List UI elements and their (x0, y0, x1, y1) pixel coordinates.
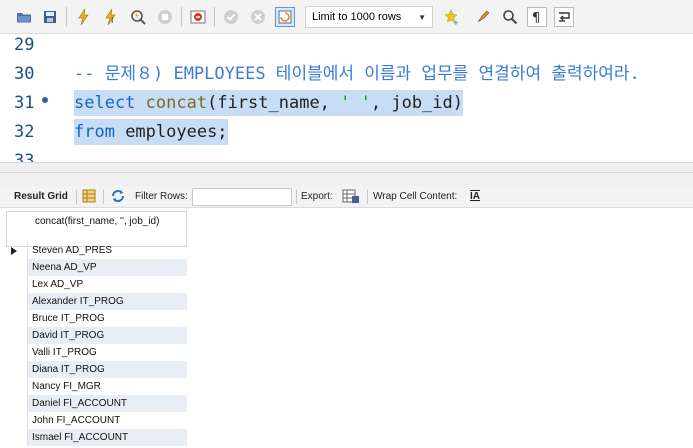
table-row[interactable]: Alexander IT_PROG (28, 293, 187, 310)
svg-text:I: I (111, 16, 113, 25)
commit-icon[interactable] (221, 7, 241, 27)
rollback-icon[interactable] (248, 7, 268, 27)
find-icon[interactable] (500, 7, 520, 27)
table-row[interactable]: John FI_ACCOUNT (28, 412, 187, 429)
toolbar-separator (76, 190, 77, 204)
row-selector[interactable] (6, 259, 28, 276)
grid-view-icon[interactable] (82, 189, 96, 208)
execute-icon[interactable] (74, 7, 94, 27)
table-row[interactable]: Ismael FI_ACCOUNT (28, 429, 187, 446)
stop-icon[interactable] (155, 7, 175, 27)
row-selector[interactable] (6, 412, 28, 429)
toolbar-separator (214, 7, 215, 27)
toolbar-separator (66, 7, 67, 27)
row-selector[interactable] (6, 327, 28, 344)
panel-splitter[interactable] (0, 172, 693, 186)
filter-rows-label: Filter Rows: (135, 191, 188, 202)
keyword-from: from (74, 122, 115, 142)
wrap-cell-icon[interactable]: IA (470, 190, 480, 204)
wrap-cell-content-label: Wrap Cell Content: (373, 191, 458, 202)
string-literal: ' ' (340, 93, 371, 113)
line-number: 31 (14, 93, 35, 113)
limit-rows-select[interactable]: Limit to 1000 rows ▼ (305, 6, 433, 28)
sql-editor[interactable]: 29 30 -- 문제８) EMPLOYEES 테이블에서 이름과 업무를 연결… (0, 34, 693, 162)
current-row-arrow-icon (11, 247, 17, 255)
row-selector[interactable] (6, 395, 28, 412)
row-selector[interactable] (6, 361, 28, 378)
table-row[interactable]: Bruce IT_PROG (28, 310, 187, 327)
export-icon[interactable] (342, 188, 360, 209)
open-folder-icon[interactable] (14, 7, 34, 27)
save-icon[interactable] (40, 7, 60, 27)
chevron-down-icon: ▼ (418, 13, 426, 22)
explain-icon[interactable] (128, 7, 148, 27)
current-line-marker (42, 97, 48, 103)
code-line-select: select concat(first_name, ' ', job_id) (74, 90, 463, 116)
table-row[interactable]: Daniel FI_ACCOUNT (28, 395, 187, 412)
table-row[interactable]: David IT_PROG (28, 327, 187, 344)
limit-rows-label: Limit to 1000 rows (312, 11, 402, 23)
toolbar-separator (296, 190, 297, 204)
row-selector[interactable] (6, 310, 28, 327)
code-text: , job_id) (370, 93, 463, 113)
column-header-label: concat(first_name, '', job_id) (35, 216, 160, 227)
code-comment: -- 문제８) EMPLOYEES 테이블에서 이름과 업무를 연결하여 출력하… (74, 64, 640, 84)
row-selector[interactable] (6, 242, 28, 259)
result-toolbar: Result Grid Filter Rows: Export: Wrap Ce… (0, 186, 693, 208)
row-selector[interactable] (6, 293, 28, 310)
result-grid: concat(first_name, '', job_id) Steven AD… (0, 209, 693, 448)
code-line-from: from employees; (74, 119, 228, 145)
line-number: 30 (14, 64, 35, 84)
toolbar-separator (103, 190, 104, 204)
keyword-select: select (74, 93, 136, 113)
table-row[interactable]: Nancy FI_MGR (28, 378, 187, 395)
line-number: 29 (14, 35, 35, 55)
row-selector[interactable] (6, 276, 28, 293)
toggle-error-icon[interactable] (188, 7, 208, 27)
table-row[interactable]: Valli IT_PROG (28, 344, 187, 361)
svg-text:¶: ¶ (532, 11, 540, 26)
execute-current-icon[interactable]: I (101, 7, 121, 27)
autocommit-icon[interactable] (275, 7, 295, 27)
wrap-icon[interactable] (554, 7, 574, 27)
svg-text:+: + (453, 19, 459, 26)
row-selector[interactable] (6, 429, 28, 446)
table-row[interactable]: Diana IT_PROG (28, 361, 187, 378)
row-selector[interactable] (6, 344, 28, 361)
row-selector[interactable] (6, 378, 28, 395)
line-number: 33 (14, 151, 35, 162)
invisible-chars-icon[interactable]: ¶ (527, 7, 547, 27)
filter-rows-input[interactable] (192, 188, 292, 206)
result-grid-tab[interactable]: Result Grid (14, 190, 68, 204)
table-row[interactable]: Steven AD_PRES (28, 242, 187, 259)
toolbar-separator (367, 190, 368, 204)
sql-editor-toolbar: I Limit to 1000 rows ▼ + ¶ (0, 0, 693, 34)
function-concat: concat (145, 93, 208, 113)
beautify-icon[interactable]: + (441, 7, 461, 27)
export-label: Export: (301, 191, 333, 202)
brush-icon[interactable] (473, 7, 493, 27)
table-row[interactable]: Lex AD_VP (28, 276, 187, 293)
code-text: employees; (114, 122, 228, 142)
refresh-icon[interactable] (110, 189, 126, 208)
table-row[interactable]: Neena AD_VP (28, 259, 187, 276)
code-text: (first_name, (207, 93, 341, 113)
line-number: 32 (14, 122, 35, 142)
editor-horizontal-scrollbar[interactable] (0, 162, 693, 172)
toolbar-separator (181, 7, 182, 27)
